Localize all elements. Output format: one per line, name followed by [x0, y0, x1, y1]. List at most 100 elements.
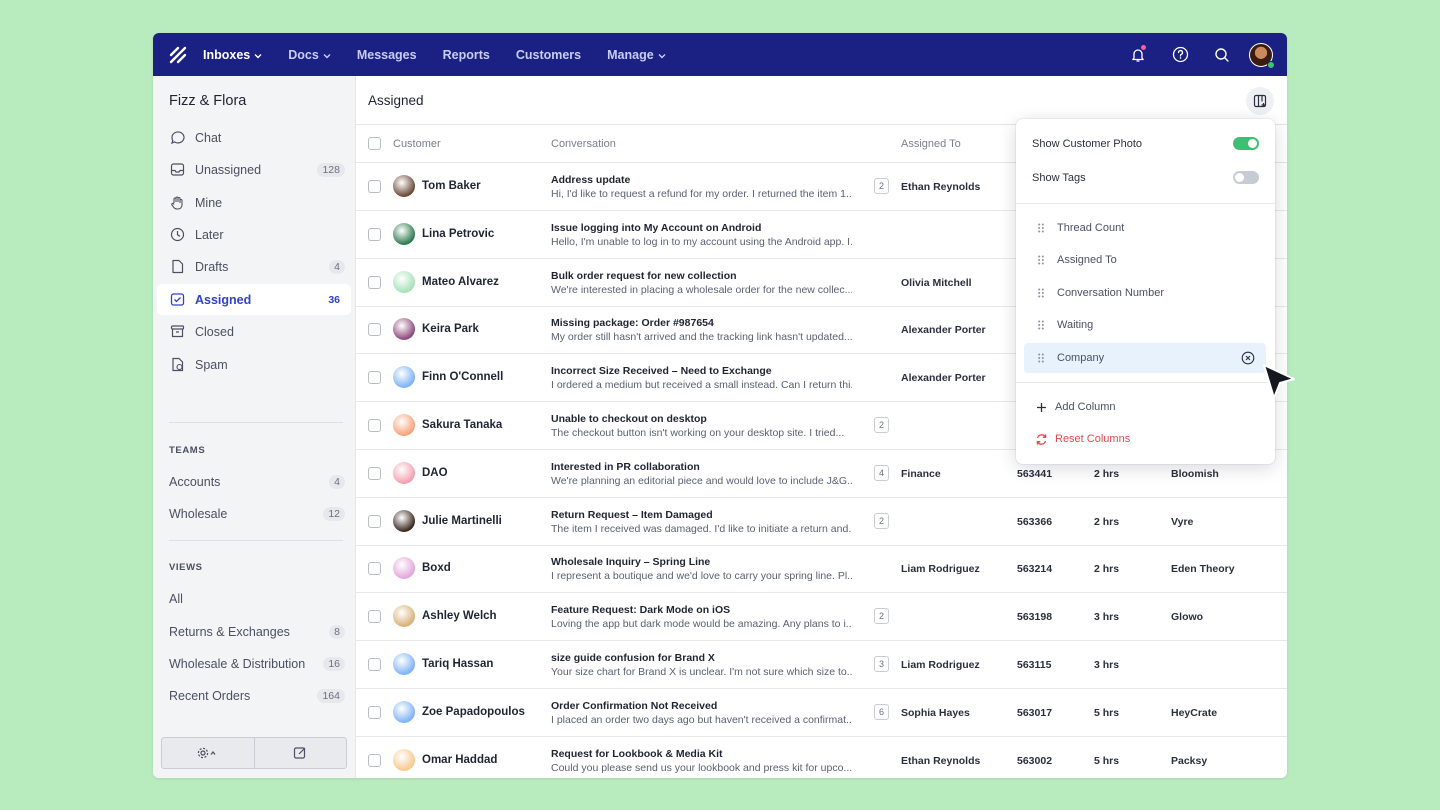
customer-name[interactable]: Zoe Papadopoulos	[422, 706, 525, 718]
column-settings-button[interactable]	[1246, 87, 1274, 115]
column-option[interactable]: Waiting	[1024, 310, 1266, 340]
waiting-time: 2 hrs	[1094, 467, 1120, 480]
sidebar-item-drafts[interactable]: Drafts 4	[157, 251, 351, 282]
table-row[interactable]: Tariq Hassan size guide confusion for Bra…	[356, 641, 1287, 689]
sidebar-item-assigned[interactable]: Assigned 36	[157, 284, 351, 315]
customer-name[interactable]: Lina Petrovic	[422, 228, 494, 240]
customer-avatar	[393, 557, 415, 580]
column-header-conversation[interactable]: Conversation	[551, 138, 616, 150]
conversation-number: 563115	[1017, 659, 1052, 671]
sidebar-item-closed[interactable]: Closed	[157, 316, 351, 347]
row-checkbox[interactable]	[368, 323, 381, 337]
sidebar-item-unassigned[interactable]: Unassigned 128	[157, 154, 351, 185]
column-option[interactable]: Assigned To	[1024, 245, 1266, 275]
drag-handle-icon[interactable]	[1038, 353, 1046, 363]
column-option[interactable]: Thread Count	[1024, 213, 1266, 243]
conversation-preview: My order still hasn't arrived and the tr…	[551, 331, 852, 344]
column-header-assigned-to[interactable]: Assigned To	[901, 138, 961, 150]
row-checkbox[interactable]	[368, 610, 381, 624]
row-checkbox[interactable]	[368, 419, 381, 432]
nav-manage[interactable]: Manage	[607, 48, 666, 62]
customer-name[interactable]: Julie Martinelli	[422, 515, 502, 527]
row-checkbox[interactable]	[368, 658, 381, 671]
customer-name[interactable]: Mateo Alvarez	[422, 276, 499, 288]
drag-handle-icon[interactable]	[1038, 223, 1046, 233]
reset-columns-button[interactable]: Reset Columns	[1034, 432, 1130, 446]
nav-messages[interactable]: Messages	[357, 48, 417, 62]
add-column-button[interactable]: Add Column	[1034, 400, 1116, 414]
column-option[interactable]: Company	[1024, 342, 1266, 373]
show-tags-toggle[interactable]	[1233, 171, 1259, 184]
column-option-label: Thread Count	[1057, 222, 1125, 234]
row-checkbox[interactable]	[368, 753, 381, 767]
thread-count-badge: 2	[874, 608, 889, 625]
table-row[interactable]: Omar Haddad Request for Lookbook & Media …	[356, 737, 1287, 778]
row-checkbox[interactable]	[368, 514, 381, 528]
settings-button[interactable]	[162, 738, 255, 768]
app-logo-icon[interactable]	[153, 33, 203, 76]
sidebar-item-spam[interactable]: Spam	[157, 349, 351, 380]
drag-handle-icon[interactable]	[1038, 255, 1046, 265]
customer-avatar	[393, 605, 415, 628]
show-customer-photo-toggle[interactable]	[1233, 137, 1259, 150]
customer-avatar	[393, 222, 415, 245]
customer-name[interactable]: Tom Baker	[422, 180, 481, 192]
drag-handle-icon[interactable]	[1038, 288, 1046, 298]
customer-name[interactable]: Omar Haddad	[422, 754, 497, 766]
help-icon[interactable]	[1159, 33, 1201, 76]
row-checkbox[interactable]	[368, 562, 381, 576]
customer-name[interactable]: Tariq Hassan	[422, 658, 493, 670]
search-icon[interactable]	[1201, 33, 1243, 76]
sidebar-team-wholesale[interactable]: Wholesale 12	[157, 498, 351, 529]
nav-docs[interactable]: Docs	[288, 48, 331, 62]
notifications-bell-icon[interactable]	[1117, 33, 1159, 76]
count-badge: 8	[329, 624, 345, 639]
customer-name[interactable]: Finn O'Connell	[422, 371, 503, 383]
draft-icon	[169, 259, 185, 275]
nav-inboxes[interactable]: Inboxes	[203, 48, 262, 62]
customer-name[interactable]: Boxd	[422, 562, 451, 574]
compose-button[interactable]	[255, 738, 347, 768]
column-header-customer[interactable]: Customer	[393, 138, 441, 150]
waiting-time: 5 hrs	[1094, 706, 1120, 719]
drag-handle-icon[interactable]	[1038, 320, 1046, 330]
conversation-number: 563214	[1017, 563, 1053, 576]
popover-divider	[1016, 382, 1275, 383]
conversation-preview: We're interested in placing a wholesale …	[551, 283, 852, 296]
nav-reports[interactable]: Reports	[443, 48, 490, 62]
customer-name[interactable]: Keira Park	[422, 323, 479, 335]
sidebar-view-item[interactable]: Wholesale & Distribution 16	[157, 648, 351, 679]
sidebar-team-accounts[interactable]: Accounts 4	[157, 466, 351, 497]
sidebar-view-item[interactable]: Returns & Exchanges 8	[157, 616, 351, 647]
column-option-label: Assigned To	[1057, 254, 1117, 267]
row-checkbox[interactable]	[368, 466, 381, 480]
select-all-checkbox[interactable]	[368, 137, 381, 150]
table-row[interactable]: Zoe Papadopoulos Order Confirmation Not R…	[356, 689, 1287, 737]
customer-name[interactable]: Ashley Welch	[422, 610, 497, 622]
company-name: Packsy	[1171, 754, 1208, 767]
waiting-time: 3 hrs	[1094, 611, 1120, 624]
row-checkbox[interactable]	[368, 180, 381, 193]
row-checkbox[interactable]	[368, 275, 381, 289]
sidebar-item-mine[interactable]: Mine	[157, 187, 351, 218]
remove-column-icon[interactable]	[1241, 351, 1255, 368]
row-checkbox[interactable]	[368, 371, 381, 385]
column-option[interactable]: Conversation Number	[1024, 278, 1266, 308]
customer-name[interactable]: Sakura Tanaka	[422, 419, 502, 431]
nav-customers[interactable]: Customers	[516, 48, 581, 62]
conversation-preview: We're planning an editorial piece and wo…	[551, 474, 852, 487]
online-status-dot	[1267, 60, 1275, 69]
views-heading: VIEWS	[169, 562, 203, 573]
row-checkbox[interactable]	[368, 705, 381, 719]
sidebar-item-later[interactable]: Later	[157, 219, 351, 250]
waiting-time: 2 hrs	[1094, 563, 1120, 576]
sidebar-item-chat[interactable]: Chat	[157, 122, 351, 153]
customer-name[interactable]: DAO	[422, 467, 448, 479]
row-checkbox[interactable]	[368, 227, 381, 241]
table-row[interactable]: Ashley Welch Feature Request: Dark Mode o…	[356, 593, 1287, 642]
user-avatar[interactable]	[1249, 42, 1275, 69]
sidebar-view-item[interactable]: All	[157, 583, 351, 614]
sidebar-view-item[interactable]: Recent Orders 164	[157, 680, 351, 711]
table-row[interactable]: Julie Martinelli Return Request – Item Da…	[356, 498, 1287, 546]
table-row[interactable]: Boxd Wholesale Inquiry – Spring Line I rep…	[356, 545, 1287, 594]
